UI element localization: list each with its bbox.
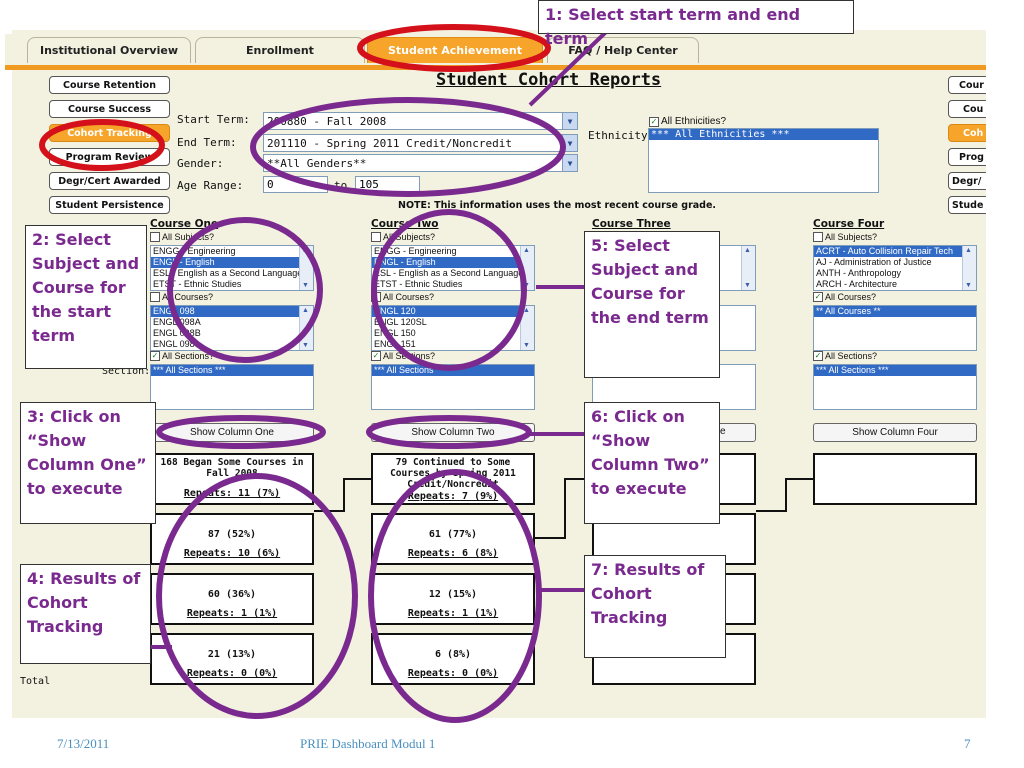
- oval-col2-selection: [371, 209, 527, 371]
- footer-page-number: 7: [964, 736, 971, 751]
- oval-col2-results: [368, 469, 542, 723]
- oval-col1-results: [156, 473, 358, 719]
- oval-show-column-two: [366, 415, 532, 449]
- footer-date: 7/13/2011: [57, 736, 110, 751]
- annotation-overlay: [39, 24, 608, 723]
- callout-1: 1: Select start term and end term: [538, 0, 854, 48]
- callout-7: 7: Results of Cohort Tracking: [584, 555, 726, 658]
- callout-3: 3: Click on “Show Column One” to execute: [20, 402, 156, 524]
- oval-cohort-tracking: [39, 119, 165, 171]
- oval-col1-selection: [167, 217, 323, 363]
- callout-6: 6: Click on “Show Column Two” to execute: [584, 402, 720, 524]
- oval-term-selection: [250, 97, 566, 197]
- callout-5: 5: Select Subject and Course for the end…: [584, 231, 720, 378]
- oval-student-achievement: [357, 24, 551, 72]
- callout-2: 2: Select Subject and Course for the sta…: [25, 225, 147, 369]
- footer-title: PRIE Dashboard Modul 1: [300, 736, 436, 751]
- callout-4: 4: Results of Cohort Tracking: [20, 564, 151, 664]
- oval-show-column-one: [156, 415, 326, 449]
